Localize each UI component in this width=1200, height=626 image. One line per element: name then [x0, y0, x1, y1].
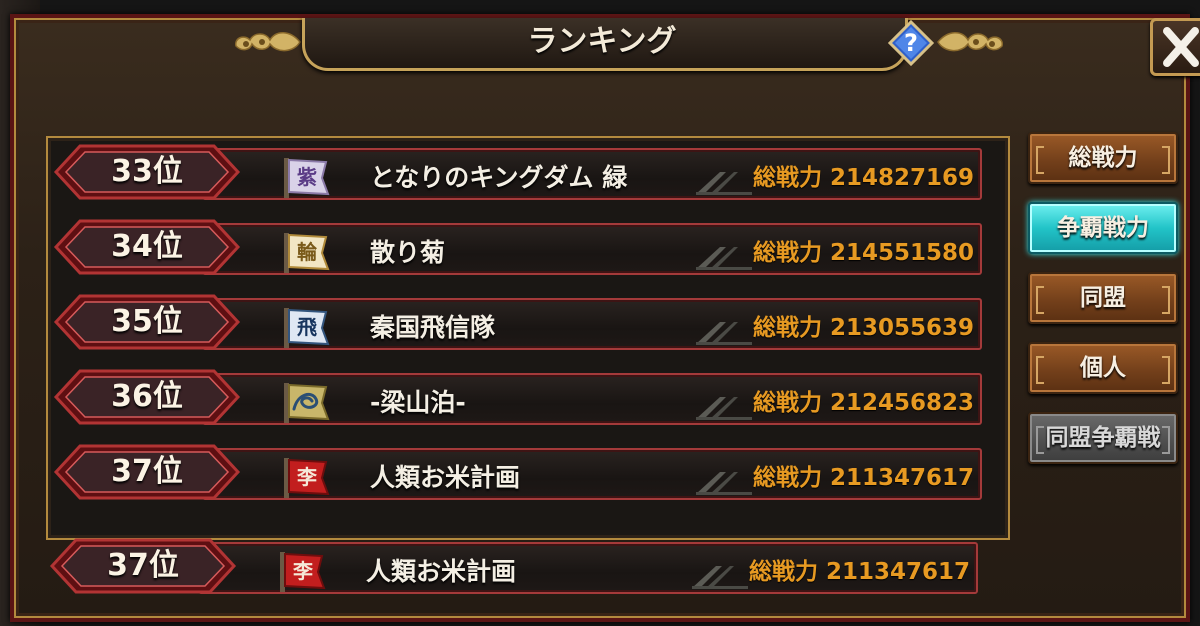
alliance-name: -梁山泊- [370, 388, 466, 417]
tab-label: 同盟 [1080, 285, 1126, 311]
tab-corner-ornament [1036, 356, 1044, 384]
rank-label: 33位 [111, 154, 183, 189]
rank-label: 34位 [111, 229, 183, 264]
svg-text:?: ? [904, 29, 918, 57]
tab-corner-ornament [1162, 356, 1170, 384]
total-power-value: 総戦力 214551580 [752, 240, 974, 266]
alliance-name: 人類お米計画 [370, 463, 521, 492]
tab-contest-power[interactable]: 争覇戦力 [1028, 202, 1178, 254]
decorative-stripe-icon [696, 172, 752, 195]
flag-character: 紫 [297, 165, 317, 189]
alliance-name: 秦国飛信隊 [370, 313, 496, 342]
total-power-value: 総戦力 211347617 [752, 465, 974, 491]
tab-alliance-contest[interactable]: 同盟争覇戦 [1028, 412, 1178, 464]
ranking-row[interactable]: 35位 飛 秦国飛信隊 総戦力 213055639 [52, 292, 982, 350]
flag-character: 李 [292, 559, 314, 583]
alliance-name: 散り菊 [370, 238, 446, 267]
alliance-flag-icon: 李 [284, 458, 330, 498]
ranking-row[interactable]: 33位 紫 となりのキングダム 緑 総戦力 214827169 [52, 142, 982, 200]
rank-label: 35位 [111, 304, 183, 339]
alliance-flag-icon: 紫 [284, 158, 330, 198]
tab-label: 同盟争覇戦 [1045, 425, 1161, 451]
total-power-value: 総戦力 212456823 [752, 390, 974, 416]
right-cloud-ornament-icon [937, 32, 1003, 52]
ranking-row[interactable]: 37位 李 人類お米計画 総戦力 211347617 [52, 442, 982, 500]
tab-label: 争覇戦力 [1057, 215, 1149, 241]
tab-corner-ornament [1036, 146, 1044, 174]
help-question-icon[interactable]: ? [888, 20, 934, 66]
rank-label: 37位 [111, 454, 183, 489]
window-title: ランキング [527, 24, 677, 59]
alliance-flag-icon: 李 [280, 552, 326, 592]
tab-label: 個人 [1080, 355, 1126, 381]
ranking-row[interactable]: 34位 輪 散り菊 総戦力 214551580 [52, 217, 982, 275]
ranking-row[interactable]: 36位 -梁山泊- 総戦力 212456823 [52, 367, 982, 425]
decorative-stripe-icon [696, 322, 752, 345]
left-cloud-ornament-icon [235, 32, 301, 52]
own-alliance-row[interactable]: 37位 李 人類お米計画 総戦力 211347617 [48, 536, 978, 594]
decorative-stripe-icon [696, 472, 752, 495]
decorative-stripe-icon [692, 566, 748, 589]
tab-total-power[interactable]: 総戦力 [1028, 132, 1178, 184]
total-power-value: 総戦力 211347617 [748, 559, 970, 585]
total-power-value: 総戦力 214827169 [752, 165, 974, 191]
tab-label: 総戦力 [1068, 145, 1138, 171]
ranking-window: ランキング ? 33位 紫 となりのキングダム 緑 総戦力 214827169 34位 輪… [10, 14, 1200, 622]
decorative-stripe-icon [696, 247, 752, 270]
rank-label: 37位 [107, 548, 179, 583]
alliance-flag-icon [284, 383, 330, 423]
tab-corner-ornament [1162, 146, 1170, 174]
alliance-flag-icon: 輪 [284, 233, 330, 273]
alliance-name: 人類お米計画 [366, 557, 517, 586]
tab-corner-ornament [1036, 286, 1044, 314]
total-power-value: 総戦力 213055639 [752, 315, 974, 341]
alliance-name: となりのキングダム 緑 [370, 163, 628, 192]
tab-individual[interactable]: 個人 [1028, 342, 1178, 394]
tab-corner-ornament [1162, 426, 1170, 454]
tab-corner-ornament [1162, 286, 1170, 314]
flag-character: 飛 [297, 315, 317, 339]
flag-character: 輪 [297, 240, 318, 264]
close-button[interactable] [1150, 18, 1200, 76]
close-icon [1163, 27, 1199, 67]
decorative-stripe-icon [696, 397, 752, 420]
rank-label: 36位 [111, 379, 183, 414]
tab-corner-ornament [1036, 426, 1044, 454]
flag-character: 李 [296, 465, 318, 489]
alliance-flag-icon: 飛 [284, 308, 330, 348]
tab-alliance[interactable]: 同盟 [1028, 272, 1178, 324]
